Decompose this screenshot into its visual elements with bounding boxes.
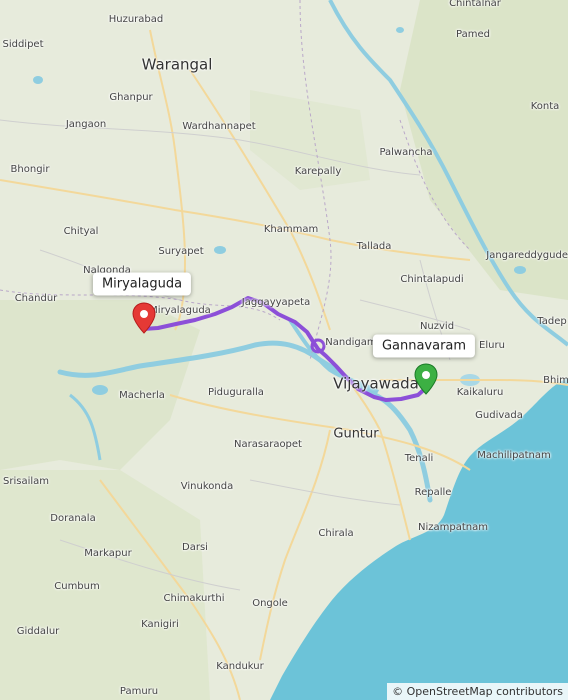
city-doranala: Doranala — [50, 513, 96, 524]
city-kandukur: Kandukur — [216, 661, 264, 672]
map-attribution[interactable]: © OpenStreetMap contributors — [387, 683, 568, 700]
city-vinukonda: Vinukonda — [180, 481, 234, 492]
city-giddalur: Giddalur — [16, 626, 60, 637]
city-pamed: Pamed — [456, 29, 490, 40]
map-view[interactable]: Huzurabad Siddipet Warangal Ghanpur Jang… — [0, 0, 568, 700]
city-ghanpur: Ghanpur — [109, 92, 153, 103]
city-gudivada: Gudivada — [475, 410, 523, 421]
city-huzurabad: Huzurabad — [108, 14, 164, 25]
city-chityal: Chityal — [63, 226, 99, 237]
city-kaikaluru: Kaikaluru — [456, 387, 504, 398]
city-jangaon: Jangaon — [65, 119, 107, 130]
city-repalle: Repalle — [414, 487, 452, 498]
destination-label[interactable]: Gannavaram — [372, 334, 476, 358]
city-chimakurthi: Chimakurthi — [163, 593, 225, 604]
city-kanigiri: Kanigiri — [141, 619, 179, 630]
city-tenali: Tenali — [404, 453, 434, 464]
city-pamuru: Pamuru — [119, 686, 159, 697]
city-chintalnar: Chintalnar — [449, 0, 501, 9]
city-wardhannapet: Wardhannapet — [182, 121, 256, 132]
city-chirala: Chirala — [318, 528, 354, 539]
city-warangal: Warangal — [141, 55, 213, 74]
city-chintalapudi: Chintalapudi — [400, 274, 464, 285]
city-suryapet: Suryapet — [158, 246, 204, 257]
city-nuzvid: Nuzvid — [419, 321, 455, 332]
city-darsi: Darsi — [182, 542, 208, 553]
city-nizampatnam: Nizampatnam — [418, 522, 488, 533]
city-tadepalligudem: Tadep — [537, 316, 567, 327]
city-miryalaguda-town: Miryalaguda — [149, 305, 211, 316]
city-bhongir: Bhongir — [10, 164, 50, 175]
city-jaggayyapeta: Jaggayyapeta — [241, 297, 311, 308]
city-markapur: Markapur — [84, 548, 132, 559]
city-macherla: Macherla — [119, 390, 165, 401]
city-srisailam: Srisailam — [2, 476, 50, 487]
origin-label[interactable]: Miryalaguda — [92, 272, 192, 296]
city-eluru: Eluru — [479, 340, 505, 351]
city-tallada: Tallada — [356, 241, 392, 252]
city-khammam: Khammam — [263, 224, 319, 235]
city-siddipet: Siddipet — [2, 39, 44, 50]
city-konta: Konta — [530, 101, 560, 112]
city-karepally: Karepally — [294, 166, 342, 177]
city-jangareddygudem: Jangareddygudem — [486, 250, 568, 261]
origin-pin-icon[interactable] — [132, 302, 156, 334]
city-narasaraopet: Narasaraopet — [234, 439, 302, 450]
city-bhimavaram: Bhim — [543, 375, 568, 386]
city-chandur: Chandur — [14, 293, 58, 304]
destination-pin-icon[interactable] — [414, 363, 438, 395]
city-vijayawada: Vijayawada — [333, 374, 419, 393]
city-palwancha: Palwancha — [379, 147, 433, 158]
city-guntur: Guntur — [333, 426, 379, 442]
city-piduguralla: Piduguralla — [208, 387, 264, 398]
city-ongole: Ongole — [252, 598, 288, 609]
city-machilipatnam: Machilipatnam — [477, 450, 551, 461]
city-cumbum: Cumbum — [54, 581, 100, 592]
